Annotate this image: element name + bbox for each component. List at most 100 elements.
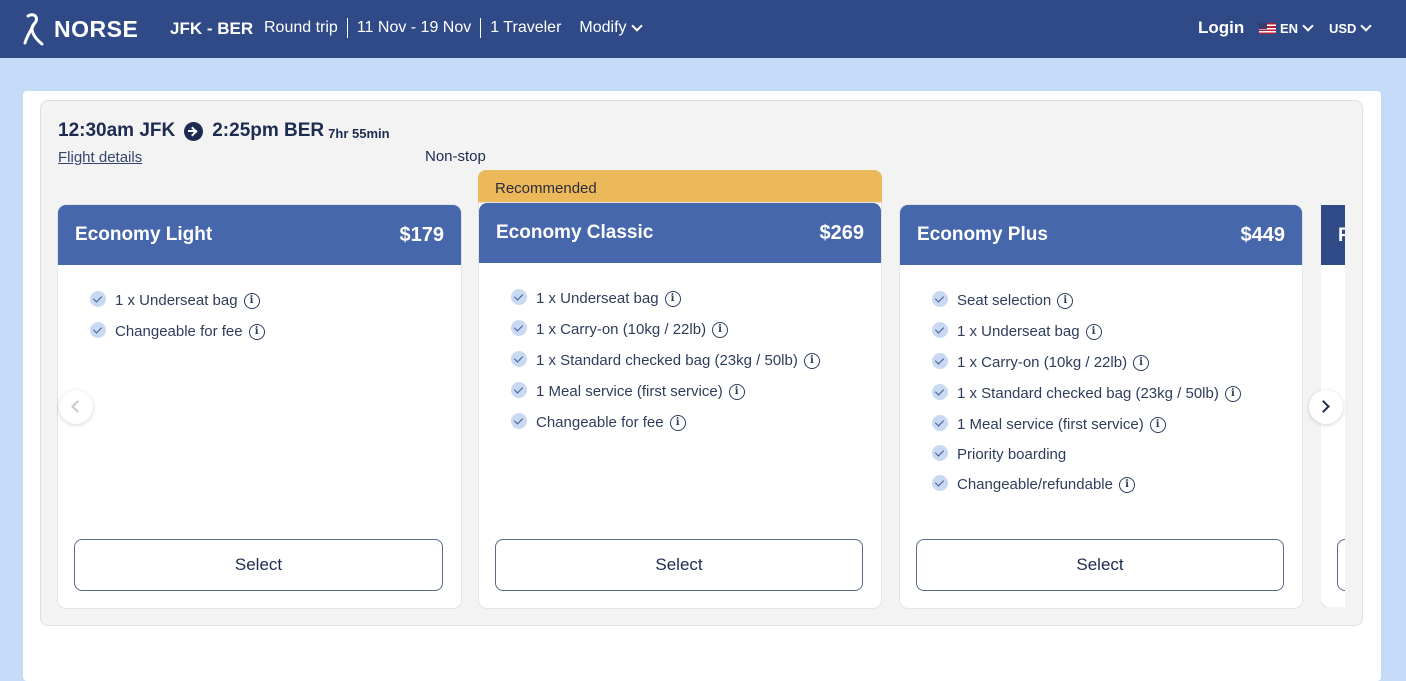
modify-label: Modify — [579, 19, 627, 36]
info-icon[interactable]: i — [669, 414, 686, 431]
check-icon — [511, 288, 527, 305]
feature-item: Changeable/refundable i — [932, 469, 1302, 500]
login-button[interactable]: Login — [1198, 18, 1244, 38]
norse-logo[interactable]: NORSE — [22, 12, 138, 46]
feature-item: 1 x Carry-on (10kg / 22lb) i — [932, 347, 1302, 378]
fare-header: Economy Plus $449 — [900, 205, 1302, 265]
info-icon[interactable]: i — [243, 292, 260, 309]
carousel-prev-button[interactable] — [59, 390, 93, 424]
fare-header: Economy Classic $269 — [479, 203, 881, 263]
fare-features: Seat selection i 1 x Underseat bag i 1 x C… — [900, 265, 1302, 500]
feature-label: Seat selection — [957, 292, 1052, 309]
chevron-down-icon — [1302, 20, 1314, 32]
flight-times: 12:30am JFK 2:25pm BER 7hr 55min — [58, 120, 390, 142]
feature-label: 1 Meal service (first service) — [957, 416, 1144, 433]
us-flag-icon — [1259, 23, 1276, 34]
flight-duration: 7hr 55min — [328, 126, 390, 141]
check-icon — [932, 321, 948, 338]
fare-name: Economy Plus — [917, 224, 1048, 245]
feature-label: 1 x Underseat bag — [536, 290, 659, 307]
norse-logo-icon — [23, 13, 44, 46]
feature-label: 1 x Standard checked bag (23kg / 50lb) — [957, 385, 1219, 402]
select-economy-plus-button[interactable]: Select — [916, 539, 1284, 591]
top-bar: NORSE JFK - BER Round trip 11 Nov - 19 N… — [0, 0, 1406, 58]
feature-item: Priority boarding — [932, 440, 1302, 469]
fare-card-economy-light: Economy Light $179 1 x Underseat bag i Ch… — [58, 205, 461, 608]
info-icon[interactable]: i — [1057, 292, 1074, 309]
feature-item: 1 x Carry-on (10kg / 22lb) i — [511, 314, 881, 345]
check-icon — [932, 474, 948, 491]
carousel-next-button[interactable] — [1309, 390, 1343, 424]
divider — [480, 18, 482, 38]
fare-features: 1 x Underseat bag i 1 x Carry-on (10kg / … — [479, 263, 881, 438]
info-icon[interactable]: i — [1085, 323, 1102, 340]
feature-item: Seat selection i — [932, 285, 1302, 316]
currency-label: USD — [1329, 21, 1357, 36]
select-button[interactable] — [1337, 539, 1345, 591]
modify-button[interactable]: Modify — [579, 19, 643, 37]
language-label: EN — [1280, 21, 1299, 36]
feature-item: 1 Meal service (first service) i — [511, 376, 881, 407]
feature-item: 1 x Standard checked bag (23kg / 50lb) i — [511, 345, 881, 376]
chevron-left-icon — [71, 400, 84, 413]
feature-label: 1 x Underseat bag — [115, 292, 238, 309]
info-icon[interactable]: i — [664, 290, 681, 307]
fare-card-economy-plus: Economy Plus $449 Seat selection i 1 x Un… — [900, 205, 1302, 608]
feature-label: 1 x Carry-on (10kg / 22lb) — [957, 354, 1128, 371]
feature-label: Changeable for fee — [536, 414, 664, 431]
feature-item: 1 x Standard checked bag (23kg / 50lb) i — [932, 378, 1302, 409]
feature-label: 1 Meal service (first service) — [536, 383, 723, 400]
feature-item: Changeable for fee i — [511, 407, 881, 438]
fare-price: $449 — [1240, 223, 1286, 246]
check-icon — [511, 350, 527, 367]
fare-price: $179 — [399, 223, 445, 246]
check-icon — [932, 290, 948, 307]
route: JFK - BER — [170, 19, 254, 38]
arrow-right-icon — [184, 121, 204, 141]
info-icon[interactable]: i — [803, 352, 820, 369]
feature-item: 1 Meal service (first service) i — [932, 409, 1302, 440]
fare-header: Economy Light $179 — [58, 205, 461, 265]
check-icon — [932, 352, 948, 369]
check-icon — [932, 414, 948, 431]
info-icon[interactable]: i — [1118, 476, 1135, 493]
currency-selector[interactable]: USD — [1329, 20, 1373, 36]
check-icon — [511, 319, 527, 336]
check-icon — [90, 321, 106, 338]
fare-name: P — [1321, 205, 1345, 265]
feature-item: Changeable for fee i — [90, 316, 461, 347]
stops-label: Non-stop — [425, 148, 486, 165]
chevron-down-icon — [1360, 20, 1373, 32]
info-icon[interactable]: i — [1133, 354, 1150, 371]
chevron-down-icon — [630, 19, 643, 32]
logo-text: NORSE — [54, 15, 139, 42]
fare-price: $269 — [819, 221, 865, 244]
check-icon — [90, 290, 106, 307]
info-icon[interactable]: i — [728, 383, 745, 400]
feature-label: Changeable for fee — [115, 323, 243, 340]
feature-item: 1 x Underseat bag i — [932, 316, 1302, 347]
info-icon[interactable]: i — [248, 323, 265, 340]
feature-item: 1 x Underseat bag i — [90, 285, 461, 316]
language-selector[interactable]: EN — [1259, 20, 1314, 36]
feature-label: 1 x Carry-on (10kg / 22lb) — [536, 321, 707, 338]
traveler-count: 1 Traveler — [490, 19, 562, 36]
flight-details-link[interactable]: Flight details — [58, 149, 142, 166]
feature-item: 1 x Underseat bag i — [511, 283, 881, 314]
check-icon — [932, 444, 948, 461]
departure-time: 12:30am JFK — [58, 120, 176, 141]
feature-label: Changeable/refundable — [957, 476, 1113, 493]
select-economy-classic-button[interactable]: Select — [495, 539, 863, 591]
info-icon[interactable]: i — [1149, 416, 1166, 433]
trip-dates: 11 Nov - 19 Nov — [356, 19, 472, 36]
select-economy-light-button[interactable]: Select — [74, 539, 443, 591]
fare-name: Economy Classic — [496, 222, 654, 243]
info-icon[interactable]: i — [712, 321, 729, 338]
feature-label: Priority boarding — [957, 446, 1067, 463]
trip-type: Round trip — [264, 19, 338, 36]
check-icon — [932, 383, 948, 400]
trip-summary: Round trip 11 Nov - 19 Nov 1 Traveler Mo… — [264, 18, 643, 38]
fare-card-economy-classic: Economy Classic $269 1 x Underseat bag i … — [479, 203, 881, 608]
info-icon[interactable]: i — [1224, 385, 1241, 402]
check-icon — [511, 381, 527, 398]
